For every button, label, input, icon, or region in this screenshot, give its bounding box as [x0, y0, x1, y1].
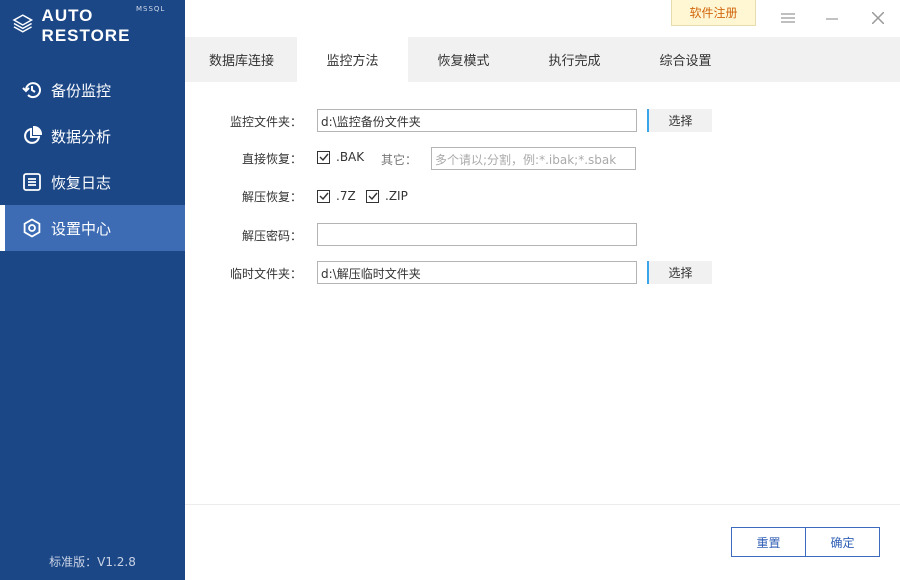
tab-restore-mode[interactable]: 恢复模式 — [408, 37, 519, 82]
register-button[interactable]: 软件注册 — [671, 0, 756, 26]
7z-label: .7Z — [336, 189, 356, 203]
temp-folder-select-button[interactable]: 选择 — [647, 261, 712, 284]
settings-icon — [23, 218, 41, 238]
minimize-icon[interactable] — [821, 8, 843, 28]
sidebar-item-settings[interactable]: 设置中心 — [0, 205, 185, 251]
checkbox-checked-icon — [366, 189, 379, 203]
bak-label: .BAK — [336, 150, 365, 164]
tab-execution-complete[interactable]: 执行完成 — [519, 37, 630, 82]
zip-label: .ZIP — [385, 189, 408, 203]
tab-database-connection[interactable]: 数据库连接 — [186, 37, 297, 82]
reset-button[interactable]: 重置 — [731, 527, 806, 557]
7z-checkbox[interactable]: .7Z — [317, 189, 356, 203]
watch-folder-label: 监控文件夹： — [229, 114, 302, 129]
list-icon — [23, 173, 41, 191]
sidebar-item-data-analysis[interactable]: 数据分析 — [0, 113, 185, 159]
menu-icon[interactable] — [777, 8, 799, 28]
tab-general-settings[interactable]: 综合设置 — [630, 37, 741, 82]
ok-button[interactable]: 确定 — [805, 527, 880, 557]
other-extensions-input[interactable]: 多个请以;分割，例:*.ibak;*.sbak — [431, 147, 636, 170]
version-label: 标准版：V1.2.8 — [49, 555, 136, 569]
tab-monitor-method[interactable]: 监控方法 — [297, 37, 408, 82]
sidebar-item-label: 恢复日志 — [51, 173, 112, 192]
sidebar-item-label: 备份监控 — [51, 81, 112, 100]
temp-folder-input[interactable]: d:\解压临时文件夹 — [317, 261, 637, 284]
close-icon[interactable] — [867, 8, 889, 28]
unzip-password-label: 解压密码： — [241, 228, 302, 243]
sidebar-item-label: 数据分析 — [51, 127, 112, 146]
footer-divider — [185, 504, 900, 505]
history-icon — [22, 82, 41, 99]
zip-checkbox[interactable]: .ZIP — [366, 189, 408, 203]
pie-chart-icon — [24, 126, 42, 144]
direct-restore-label: 直接恢复： — [241, 151, 302, 166]
sidebar-item-label: 设置中心 — [51, 219, 112, 238]
watch-folder-select-button[interactable]: 选择 — [647, 109, 712, 132]
temp-folder-label: 临时文件夹： — [229, 266, 302, 281]
checkbox-checked-icon — [317, 189, 330, 203]
sidebar-item-backup-monitor[interactable]: 备份监控 — [0, 67, 185, 113]
unzip-password-input[interactable] — [317, 223, 637, 246]
other-label: 其它： — [381, 153, 418, 167]
checkbox-checked-icon — [317, 150, 330, 164]
sidebar-item-restore-log[interactable]: 恢复日志 — [0, 159, 185, 205]
tab-bar: 数据库连接 监控方法 恢复模式 执行完成 综合设置 — [185, 37, 900, 82]
watch-folder-input[interactable]: d:\监控备份文件夹 — [317, 109, 637, 132]
bak-checkbox[interactable]: .BAK — [317, 150, 364, 164]
sidebar: AUTO RESTORE MSSQL 备份监控 数据分析 恢复日志 设置中心 标… — [0, 0, 185, 580]
unzip-restore-label: 解压恢复： — [241, 189, 302, 204]
app-subtitle: MSSQL — [136, 5, 166, 13]
layers-icon — [12, 14, 34, 33]
